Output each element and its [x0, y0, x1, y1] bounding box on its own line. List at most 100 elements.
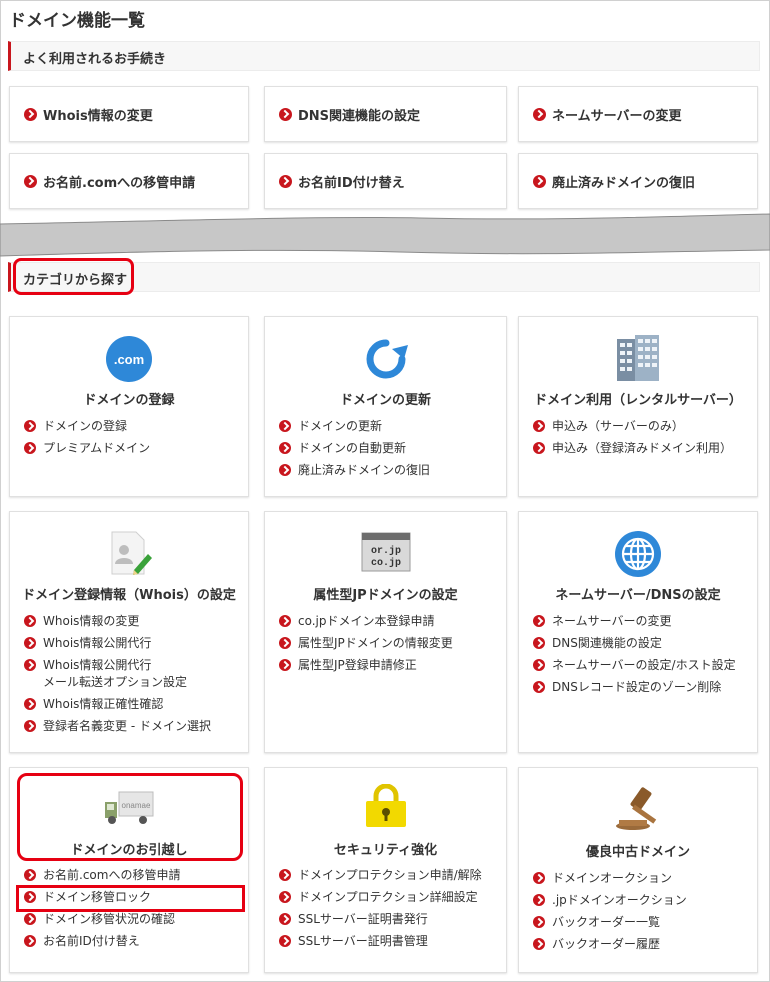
- link-whois-accuracy[interactable]: Whois情報正確性確認: [24, 696, 242, 713]
- link-domain-renew[interactable]: ドメインの更新: [279, 418, 500, 435]
- card-whois-settings: ドメイン登録情報（Whois）の設定 Whois情報の変更 Whois情報公開代…: [9, 511, 249, 753]
- arrow-right-icon: [533, 916, 545, 928]
- link-jp-info-change[interactable]: 属性型JPドメインの情報変更: [279, 635, 500, 652]
- link-label: お名前ID付け替え: [43, 934, 140, 948]
- link-id-reassign[interactable]: お名前ID付け替え: [24, 933, 242, 950]
- link-label: Whois情報公開代行: [43, 636, 152, 650]
- dotcom-icon: .com: [105, 335, 153, 387]
- link-label-line: Whois情報公開代行: [43, 658, 152, 672]
- arrow-right-icon: [24, 615, 36, 627]
- link-label: バックオーダー履歴: [552, 937, 661, 951]
- card-title: ドメインの登録: [83, 393, 175, 408]
- link-label: バックオーダー一覧: [552, 915, 661, 929]
- link-domain-auction[interactable]: ドメインオークション: [533, 870, 751, 887]
- svg-text:or.jp: or.jp: [370, 545, 400, 557]
- card-title: ドメイン利用（レンタルサーバー）: [534, 393, 742, 408]
- link-label: SSLサーバー証明書管理: [298, 934, 428, 948]
- link-protection-request[interactable]: ドメインプロテクション申請/解除: [279, 867, 500, 884]
- link-backorder-list[interactable]: バックオーダー一覧: [533, 914, 751, 931]
- page-title: ドメイン機能一覧: [9, 11, 145, 31]
- card-title: 属性型JPドメインの設定: [313, 588, 458, 603]
- link-backorder-history[interactable]: バックオーダー履歴: [533, 936, 751, 953]
- link-transfer-status[interactable]: ドメイン移管状況の確認: [24, 911, 242, 928]
- link-registrant-change[interactable]: 登録者名義変更 - ドメイン選択: [24, 718, 242, 735]
- quick-id-reassign-button[interactable]: お名前ID付け替え: [264, 153, 507, 209]
- quick-item-label: お名前.comへの移管申請: [43, 175, 196, 191]
- link-cojp-register[interactable]: co.jpドメイン本登録申請: [279, 613, 500, 630]
- link-label: ネームサーバーの変更: [552, 614, 672, 628]
- link-whois-change[interactable]: Whois情報の変更: [24, 613, 242, 630]
- link-label: お名前.comへの移管申請: [43, 868, 181, 882]
- quick-dns-settings-button[interactable]: DNS関連機能の設定: [264, 86, 507, 142]
- link-label: 属性型JP登録申請修正: [298, 658, 417, 672]
- card-title: ドメイン登録情報（Whois）の設定: [22, 588, 236, 603]
- arrow-right-icon: [279, 659, 291, 671]
- arrow-right-icon: [24, 637, 36, 649]
- arrow-right-icon: [279, 174, 292, 188]
- arrow-right-icon: [279, 869, 291, 881]
- link-label: DNS関連機能の設定: [552, 636, 662, 650]
- link-premium-domain[interactable]: プレミアムドメイン: [24, 440, 242, 457]
- link-dns-settings[interactable]: DNS関連機能の設定: [533, 635, 751, 652]
- card-nameserver-dns: ネームサーバー/DNSの設定 ネームサーバーの変更 DNS関連機能の設定 ネーム…: [518, 511, 758, 753]
- link-whois-proxy-mail[interactable]: Whois情報公開代行 メール転送オプション設定: [24, 657, 242, 691]
- link-ns-host-settings[interactable]: ネームサーバーの設定/ホスト設定: [533, 657, 751, 674]
- link-dns-zone-delete[interactable]: DNSレコード設定のゾーン削除: [533, 679, 751, 696]
- link-label: SSLサーバー証明書発行: [298, 912, 428, 926]
- card-rental-server: ドメイン利用（レンタルサーバー） 申込み（サーバーのみ） 申込み（登録済みドメイ…: [518, 316, 758, 497]
- arrow-right-icon: [533, 938, 545, 950]
- link-ssl-manage[interactable]: SSLサーバー証明書管理: [279, 933, 500, 950]
- jp-domain-window-icon: or.jp co.jp: [361, 532, 411, 576]
- link-server-with-domain[interactable]: 申込み（登録済みドメイン利用）: [533, 440, 751, 457]
- quick-nameserver-change-button[interactable]: ネームサーバーの変更: [518, 86, 758, 142]
- link-restore-domain[interactable]: 廃止済みドメインの復旧: [279, 462, 500, 479]
- arrow-right-icon: [24, 442, 36, 454]
- link-label: .jpドメインオークション: [552, 893, 687, 907]
- quick-item-label: Whois情報の変更: [43, 108, 153, 124]
- arrow-right-icon: [24, 913, 36, 925]
- link-label: ドメインプロテクション申請/解除: [298, 868, 482, 882]
- building-icon: [613, 333, 663, 387]
- link-protection-detail[interactable]: ドメインプロテクション詳細設定: [279, 889, 500, 906]
- link-jp-request-fix[interactable]: 属性型JP登録申請修正: [279, 657, 500, 674]
- link-label: co.jpドメイン本登録申請: [298, 614, 435, 628]
- arrow-right-icon: [533, 659, 545, 671]
- link-ns-change[interactable]: ネームサーバーの変更: [533, 613, 751, 630]
- quick-section-heading: よく利用されるお手続き: [8, 41, 760, 71]
- arrow-right-icon: [533, 420, 545, 432]
- arrow-right-icon: [24, 107, 37, 121]
- card-title: セキュリティ強化: [333, 843, 438, 858]
- quick-transfer-request-button[interactable]: お名前.comへの移管申請: [9, 153, 249, 209]
- arrow-right-icon: [279, 615, 291, 627]
- quick-item-label: ネームサーバーの変更: [552, 108, 682, 124]
- arrow-right-icon: [533, 681, 545, 693]
- arrow-right-icon: [24, 698, 36, 710]
- quick-restore-domain-button[interactable]: 廃止済みドメインの復旧: [518, 153, 758, 209]
- link-ssl-issue[interactable]: SSLサーバー証明書発行: [279, 911, 500, 928]
- link-label: ドメインオークション: [552, 871, 673, 885]
- category-heading-highlight: [13, 258, 134, 295]
- link-label: DNSレコード設定のゾーン削除: [552, 680, 722, 694]
- arrow-right-icon: [24, 935, 36, 947]
- card-title: ドメインの更新: [339, 393, 431, 408]
- link-domain-register[interactable]: ドメインの登録: [24, 418, 242, 435]
- link-label: 登録者名義変更 - ドメイン選択: [43, 719, 211, 733]
- link-server-only[interactable]: 申込み（サーバーのみ）: [533, 418, 751, 435]
- link-transfer-request[interactable]: お名前.comへの移管申請: [24, 867, 242, 884]
- link-auto-renew[interactable]: ドメインの自動更新: [279, 440, 500, 457]
- arrow-right-icon: [533, 615, 545, 627]
- link-label: 属性型JPドメインの情報変更: [298, 636, 453, 650]
- quick-item-label: DNS関連機能の設定: [298, 108, 421, 124]
- quick-item-label: 廃止済みドメインの復旧: [552, 175, 696, 191]
- link-whois-proxy[interactable]: Whois情報公開代行: [24, 635, 242, 652]
- padlock-icon: [363, 783, 409, 832]
- link-label: ドメインプロテクション詳細設定: [298, 890, 478, 904]
- card-title: ネームサーバー/DNSの設定: [555, 588, 721, 603]
- link-jp-auction[interactable]: .jpドメインオークション: [533, 892, 751, 909]
- arrow-right-icon: [279, 442, 291, 454]
- globe-icon: [614, 530, 662, 582]
- transfer-lock-highlight: [16, 885, 245, 912]
- quick-whois-change-button[interactable]: Whois情報の変更: [9, 86, 249, 142]
- arrow-right-icon: [533, 637, 545, 649]
- link-label: 申込み（サーバーのみ）: [552, 419, 684, 433]
